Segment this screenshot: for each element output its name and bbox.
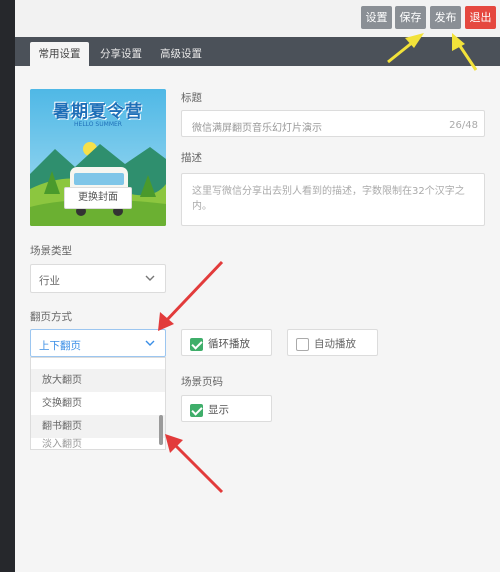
page-flip-dropdown: ​ 放大翻页 交换翻页 翻书翻页 淡入翻页 (30, 357, 166, 450)
scene-type-select[interactable]: 行业 (30, 264, 166, 293)
settings-tabs: 常用设置 分享设置 高级设置 (15, 37, 500, 66)
scene-type-label: 场景类型 (30, 245, 72, 257)
page-flip-option[interactable]: 淡入翻页 (31, 438, 165, 449)
title-char-counter: 26/48 (449, 120, 478, 131)
left-rail (0, 0, 15, 572)
checkbox-checked-icon (190, 337, 203, 351)
save-button[interactable]: 保存 (395, 6, 426, 29)
title-input[interactable]: 微信满屏翻页音乐幻灯片演示 26/48 (181, 110, 485, 137)
cover-image: 暑期夏令营 HELLO SUMMER 更换封面 (30, 89, 166, 226)
change-cover-button[interactable]: 更换封面 (64, 187, 132, 209)
page-flip-option[interactable]: 放大翻页 (31, 369, 165, 392)
dropdown-scrollbar[interactable] (159, 415, 163, 445)
settings-button[interactable]: 设置 (361, 6, 392, 29)
page-flip-value: 上下翻页 (39, 340, 81, 352)
description-placeholder: 这里写微信分享出去别人看到的描述，字数限制在32个汉字之内。 (192, 186, 465, 212)
tab-common-settings[interactable]: 常用设置 (30, 42, 89, 66)
exit-button[interactable]: 退出 (465, 6, 496, 29)
loop-checkbox-label: 循环播放 (208, 338, 250, 350)
top-toolbar: 设置 保存 发布 退出 (15, 0, 500, 37)
publish-button[interactable]: 发布 (430, 6, 461, 29)
chevron-up-icon (145, 340, 155, 346)
loop-checkbox[interactable]: 循环播放 (181, 329, 272, 356)
page-flip-select[interactable]: 上下翻页 (30, 329, 166, 357)
scene-page-label: 场景页码 (181, 376, 223, 388)
checkbox-checked-icon (190, 403, 203, 417)
checkbox-unchecked-icon (296, 337, 309, 351)
cover-logo-subtitle: HELLO SUMMER (74, 121, 122, 128)
title-label: 标题 (181, 92, 202, 104)
page-flip-option[interactable]: 交换翻页 (31, 392, 165, 415)
tab-advanced-settings[interactable]: 高级设置 (155, 42, 207, 66)
tab-share-settings[interactable]: 分享设置 (95, 42, 147, 66)
scene-type-value: 行业 (39, 275, 60, 287)
title-input-value: 微信满屏翻页音乐幻灯片演示 (192, 123, 322, 134)
page-flip-label: 翻页方式 (30, 311, 72, 323)
description-label: 描述 (181, 152, 202, 164)
chevron-down-icon (145, 275, 155, 281)
autoplay-checkbox[interactable]: 自动播放 (287, 329, 378, 356)
page-flip-option[interactable]: 翻书翻页 (31, 415, 165, 438)
description-textarea[interactable]: 这里写微信分享出去别人看到的描述，字数限制在32个汉字之内。 (181, 173, 485, 226)
show-page-checkbox-label: 显示 (208, 404, 229, 416)
autoplay-checkbox-label: 自动播放 (314, 338, 356, 350)
cover-logo-text: 暑期夏令营 (53, 102, 143, 122)
show-page-checkbox[interactable]: 显示 (181, 395, 272, 422)
